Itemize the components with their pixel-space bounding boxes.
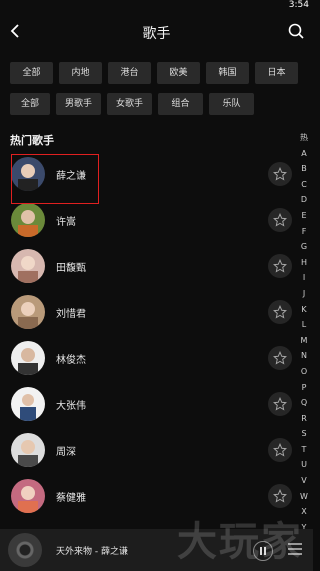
alphabet-letter[interactable]: C — [298, 177, 310, 193]
highlight-box — [11, 154, 99, 204]
album-disc[interactable] — [8, 533, 42, 567]
filter-region-hk-tw[interactable]: 港台 — [108, 62, 151, 84]
alphabet-letter[interactable]: I — [298, 270, 310, 286]
search-icon[interactable] — [287, 22, 305, 40]
region-filter-row: 全部 内地 港台 欧美 韩国 日本 — [10, 62, 298, 84]
alphabet-letter[interactable]: K — [298, 302, 310, 318]
star-icon — [273, 167, 287, 181]
singer-item[interactable]: 许嵩 — [0, 198, 300, 242]
filter-region-korea[interactable]: 韩国 — [206, 62, 249, 84]
filter-type-female[interactable]: 女歌手 — [107, 93, 152, 115]
follow-star-button[interactable] — [268, 300, 292, 324]
follow-star-button[interactable] — [268, 392, 292, 416]
singer-list: 薛之谦 许嵩 田馥甄 刘惜君 林俊杰 大张伟 周深 蔡健雅 — [0, 152, 300, 520]
page-title: 歌手 — [142, 26, 171, 42]
avatar — [11, 479, 45, 513]
alphabet-letter[interactable]: H — [298, 255, 310, 271]
singer-item[interactable]: 田馥甄 — [0, 244, 300, 288]
avatar — [11, 295, 45, 329]
avatar — [11, 341, 45, 375]
singer-name: 林俊杰 — [56, 355, 86, 366]
filter-region-japan[interactable]: 日本 — [255, 62, 298, 84]
star-icon — [273, 351, 287, 365]
type-filter-row: 全部 男歌手 女歌手 组合 乐队 — [10, 93, 254, 115]
avatar — [11, 249, 45, 283]
filter-type-band[interactable]: 乐队 — [209, 93, 254, 115]
filter-region-west[interactable]: 欧美 — [157, 62, 200, 84]
star-icon — [273, 397, 287, 411]
singer-item[interactable]: 林俊杰 — [0, 336, 300, 380]
star-icon — [273, 305, 287, 319]
status-time: 3:54 — [288, 0, 309, 10]
filter-type-male[interactable]: 男歌手 — [56, 93, 101, 115]
singer-item[interactable]: 刘惜君 — [0, 290, 300, 334]
star-icon — [273, 489, 287, 503]
alphabet-letter[interactable]: O — [298, 364, 310, 380]
mini-player[interactable]: 天外来物 - 薛之谦 大玩家 — [0, 519, 313, 571]
alphabet-letter[interactable]: S — [298, 426, 310, 442]
alphabet-letter[interactable]: B — [298, 161, 310, 177]
singer-name: 蔡健雅 — [56, 493, 86, 504]
alphabet-letter[interactable]: P — [298, 380, 310, 396]
follow-star-button[interactable] — [268, 346, 292, 370]
singer-item[interactable]: 周深 — [0, 428, 300, 472]
alphabet-letter[interactable]: R — [298, 411, 310, 427]
now-playing-track: 天外来物 - 薛之谦 — [56, 547, 128, 557]
alphabet-letter[interactable]: T — [298, 442, 310, 458]
alphabet-letter[interactable]: A — [298, 146, 310, 162]
singer-name: 许嵩 — [56, 217, 76, 228]
avatar — [11, 433, 45, 467]
watermark: 大玩家 — [177, 519, 303, 565]
alphabet-letter[interactable]: M — [298, 333, 310, 349]
alphabet-letter[interactable]: F — [298, 224, 310, 240]
follow-star-button[interactable] — [268, 208, 292, 232]
filter-type-group[interactable]: 组合 — [158, 93, 203, 115]
alphabet-letter[interactable]: 热 — [298, 130, 310, 146]
alphabet-letter[interactable]: L — [298, 317, 310, 333]
follow-star-button[interactable] — [268, 162, 292, 186]
avatar — [11, 203, 45, 237]
alphabet-letter[interactable]: U — [298, 457, 310, 473]
filter-region-all[interactable]: 全部 — [10, 62, 53, 84]
singer-name: 刘惜君 — [56, 309, 86, 320]
singer-name: 田馥甄 — [56, 263, 86, 274]
header: 歌手 — [0, 14, 313, 50]
star-icon — [273, 213, 287, 227]
alphabet-letter[interactable]: G — [298, 239, 310, 255]
alphabet-letter[interactable]: E — [298, 208, 310, 224]
singer-name: 大张伟 — [56, 401, 86, 412]
alphabet-index[interactable]: 热ABCDEFGHIJKLMNOPQRSTUVWXYZ — [298, 130, 310, 551]
alphabet-letter[interactable]: V — [298, 473, 310, 489]
alphabet-letter[interactable]: W — [298, 489, 310, 505]
follow-star-button[interactable] — [268, 254, 292, 278]
follow-star-button[interactable] — [268, 438, 292, 462]
alphabet-letter[interactable]: N — [298, 348, 310, 364]
alphabet-letter[interactable]: D — [298, 192, 310, 208]
filter-type-all[interactable]: 全部 — [10, 93, 50, 115]
filter-region-mainland[interactable]: 内地 — [59, 62, 102, 84]
alphabet-letter[interactable]: Q — [298, 395, 310, 411]
star-icon — [273, 259, 287, 273]
section-title: 热门歌手 — [10, 134, 54, 147]
alphabet-letter[interactable]: J — [298, 286, 310, 302]
avatar — [11, 387, 45, 421]
singer-name: 周深 — [56, 447, 76, 458]
star-icon — [273, 443, 287, 457]
singer-item[interactable]: 大张伟 — [0, 382, 300, 426]
follow-star-button[interactable] — [268, 484, 292, 508]
